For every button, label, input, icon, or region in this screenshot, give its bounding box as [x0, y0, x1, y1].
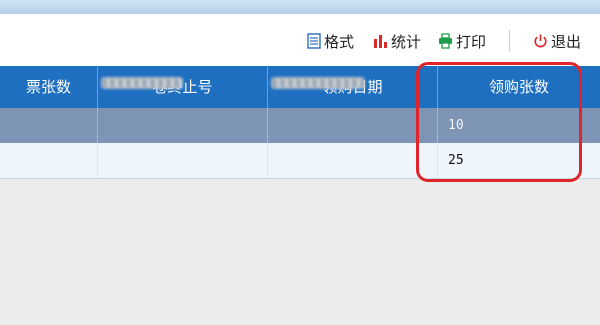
purchase-date-cell	[268, 143, 438, 178]
purchase-count-cell: 25	[438, 143, 600, 178]
redacted-purchase-date	[272, 78, 364, 88]
column-header-ticket-count[interactable]: 票张数	[0, 66, 98, 108]
roll-end-number-cell	[98, 143, 268, 178]
toolbar: 格式 统计 打印 退出	[0, 14, 600, 66]
exit-label: 退出	[551, 32, 582, 51]
column-header-purchase-count[interactable]: 领购张数	[438, 66, 600, 108]
stats-button[interactable]: 统计	[373, 30, 421, 52]
redacted-roll-end-number	[102, 78, 182, 88]
format-label: 格式	[324, 32, 355, 51]
stats-label: 统计	[391, 32, 422, 51]
ticket-count-cell	[0, 143, 98, 178]
toolbar-divider	[509, 30, 510, 52]
purchase-date-cell	[268, 108, 438, 143]
stats-icon	[374, 35, 387, 48]
power-icon	[534, 34, 547, 48]
format-button[interactable]: 格式	[307, 30, 354, 52]
print-button[interactable]: 打印	[438, 30, 486, 52]
table-row[interactable]: 25	[0, 78, 600, 179]
purchase-count-value: 10	[448, 118, 464, 133]
print-label: 打印	[456, 32, 487, 51]
exit-button[interactable]: 退出	[533, 30, 581, 52]
data-grid: 票张数 卷终止号 领购日期 领购张数 10 25	[0, 66, 600, 179]
window-title-strip	[0, 0, 600, 14]
table-row[interactable]: 10	[0, 78, 600, 143]
purchase-count-value: 25	[448, 153, 464, 168]
ticket-count-cell	[0, 108, 98, 143]
purchase-count-cell: 10	[438, 108, 600, 143]
print-icon	[439, 33, 452, 49]
roll-end-number-cell	[98, 108, 268, 143]
format-icon	[307, 33, 321, 49]
